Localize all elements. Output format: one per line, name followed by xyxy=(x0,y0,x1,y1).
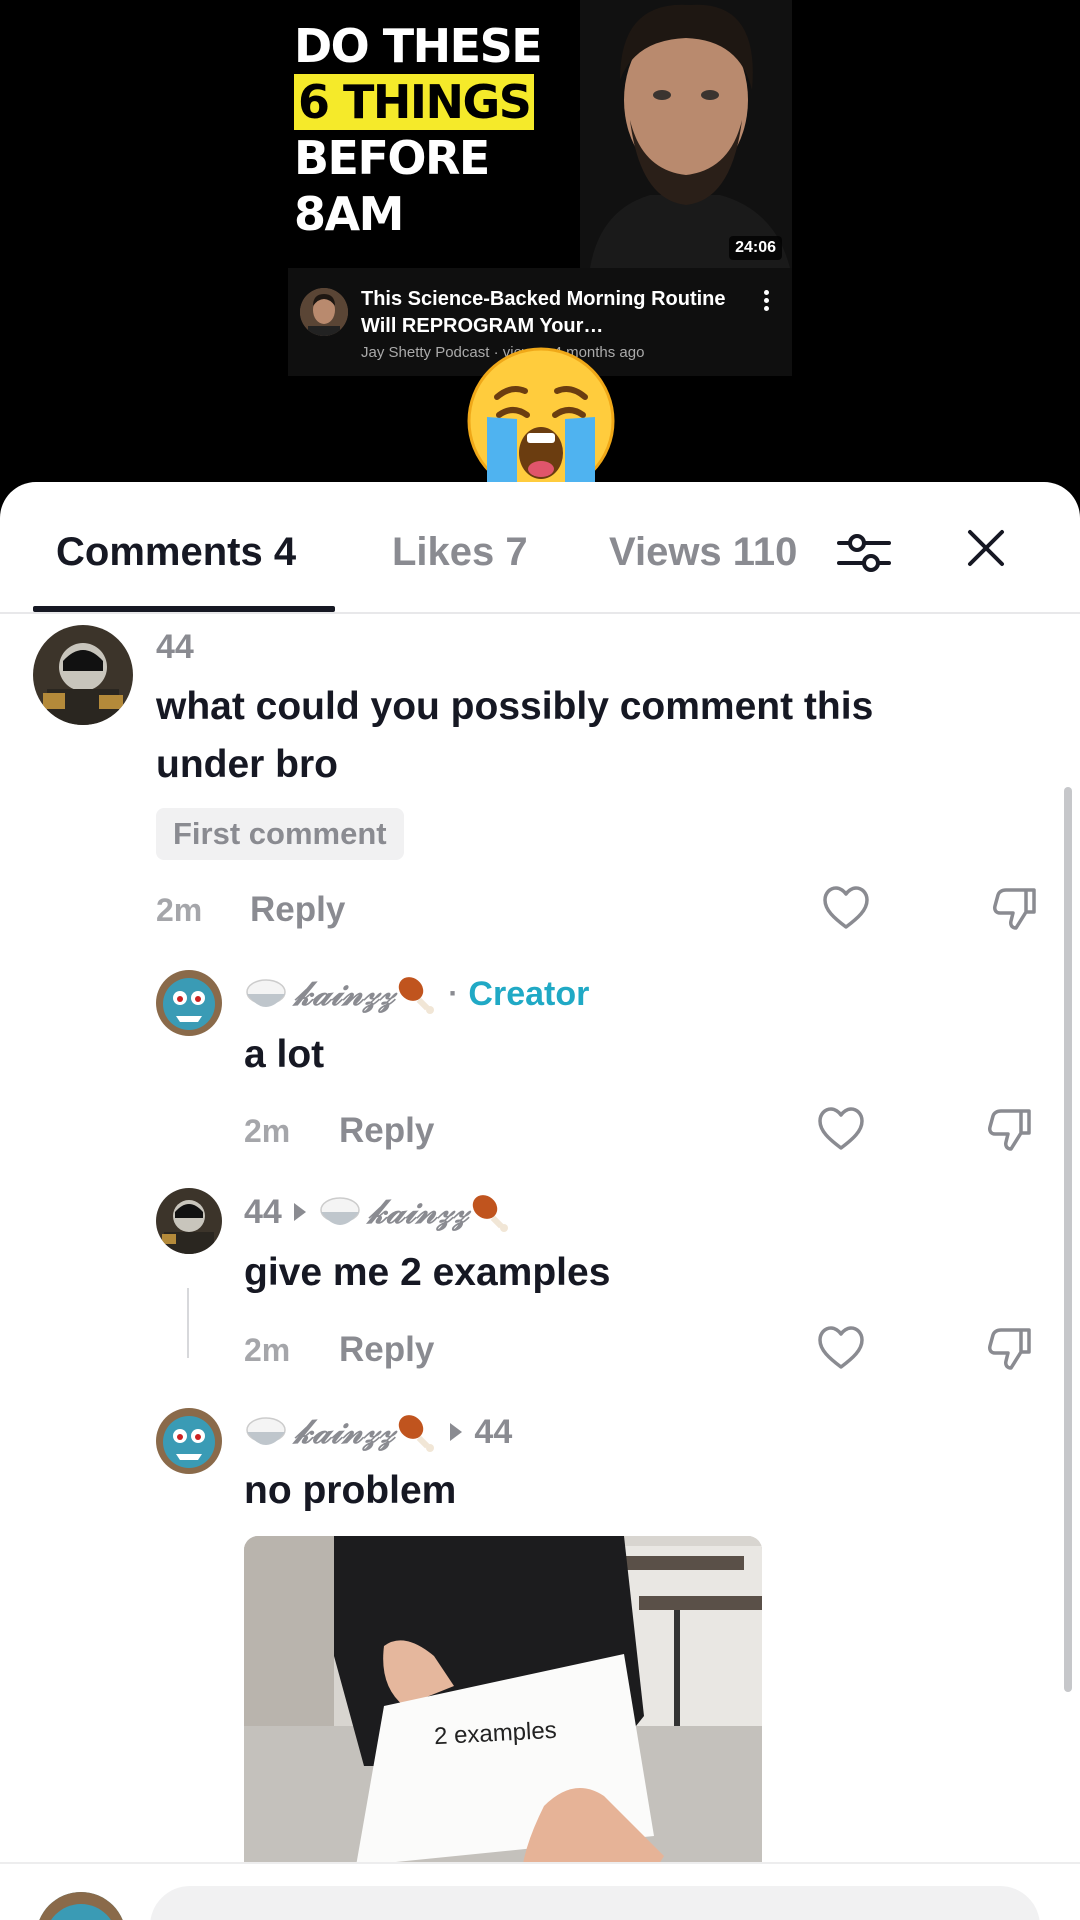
comment-text: a lot xyxy=(244,1033,325,1076)
reply-arrow-icon xyxy=(450,1423,463,1441)
drumstick-icon xyxy=(399,977,435,1014)
commenter-name: 𝓀𝒶𝒾𝓃𝓏𝓏 xyxy=(294,1412,395,1452)
creator-label: Creator xyxy=(468,974,590,1013)
dislike-icon[interactable] xyxy=(983,1322,1035,1374)
comment-text: what could you possibly comment this und… xyxy=(156,685,874,786)
tab-views[interactable]: Views 110 xyxy=(609,530,797,575)
creator-separator: · xyxy=(448,977,459,1010)
crying-face-emoji xyxy=(467,347,615,495)
thumbnail-line-3: BEFORE 8AM xyxy=(294,131,490,241)
avatar[interactable] xyxy=(156,970,222,1036)
commenter-name: 44 xyxy=(244,1192,282,1231)
comment-username[interactable]: 44 𝓀𝒶𝒾𝓃𝓏𝓏 xyxy=(244,1190,512,1234)
my-avatar[interactable] xyxy=(36,1892,126,1920)
video-title[interactable]: This Science-Backed Morning Routine Will… xyxy=(361,286,741,340)
tab-bar: Comments 4 Likes 7 Views 110 xyxy=(0,482,1080,614)
comment-text: give me 2 examples xyxy=(244,1251,611,1294)
thumbnail-person-image xyxy=(580,0,792,268)
avatar[interactable] xyxy=(33,625,133,725)
drumstick-icon xyxy=(473,1195,509,1232)
reply-button[interactable]: Reply xyxy=(339,1330,434,1370)
active-tab-indicator xyxy=(33,606,335,612)
scrollbar[interactable] xyxy=(1064,787,1072,1692)
comment-text: no problem xyxy=(244,1469,457,1512)
comment-time: 2m xyxy=(244,1332,291,1368)
heart-icon[interactable] xyxy=(820,882,872,934)
video-duration: 24:06 xyxy=(729,236,782,260)
rice-bowl-icon xyxy=(320,1197,360,1225)
comment-username[interactable]: 44 xyxy=(156,628,194,667)
close-icon[interactable] xyxy=(962,524,1010,572)
heart-icon[interactable] xyxy=(815,1322,867,1374)
tab-likes[interactable]: Likes 7 xyxy=(392,530,528,575)
reply-button[interactable]: Reply xyxy=(339,1111,434,1151)
thumbnail-line-2: 6 THINGS xyxy=(294,74,535,130)
comment-time: 2m xyxy=(156,892,203,928)
creator-username: 𝓀𝒶𝒾𝓃𝓏𝓏 xyxy=(294,974,395,1014)
reply-target-username: 44 xyxy=(474,1412,513,1451)
avatar[interactable] xyxy=(156,1408,222,1474)
comment-input-bar xyxy=(0,1862,1080,1920)
reply-target-username: 𝓀𝒶𝒾𝓃𝓏𝓏 xyxy=(367,1192,469,1232)
reply-arrow-icon xyxy=(293,1203,306,1221)
rice-bowl-icon xyxy=(246,979,286,1007)
comments-sheet: Comments 4 Likes 7 Views 110 44 what cou… xyxy=(0,482,1080,1920)
comment-username[interactable]: 𝓀𝒶𝒾𝓃𝓏𝓏 44 xyxy=(244,1410,512,1454)
drumstick-icon xyxy=(399,1415,435,1452)
more-options-icon[interactable] xyxy=(764,290,770,312)
thumbnail-line-1: DO THESE xyxy=(294,19,543,73)
first-comment-badge: First comment xyxy=(156,808,404,860)
filter-sliders-icon[interactable] xyxy=(835,524,893,582)
reply-button[interactable]: Reply xyxy=(250,890,345,930)
heart-icon[interactable] xyxy=(815,1103,867,1155)
rice-bowl-icon xyxy=(246,1417,286,1445)
dislike-icon[interactable] xyxy=(988,882,1040,934)
video-thumbnail[interactable]: DO THESE 6 THINGS BEFORE 8AM 24:06 xyxy=(288,0,792,268)
avatar[interactable] xyxy=(156,1188,222,1254)
dislike-icon[interactable] xyxy=(983,1103,1035,1155)
channel-avatar[interactable] xyxy=(300,288,348,336)
thumbnail-text: DO THESE 6 THINGS BEFORE 8AM xyxy=(294,18,584,242)
thread-line xyxy=(187,1288,189,1358)
comment-input[interactable] xyxy=(150,1886,1040,1920)
tab-comments[interactable]: Comments 4 xyxy=(56,530,296,575)
comment-time: 2m xyxy=(244,1113,291,1149)
video-preview[interactable]: DO THESE 6 THINGS BEFORE 8AM 24:06 This … xyxy=(0,0,1080,500)
comment-username[interactable]: 𝓀𝒶𝒾𝓃𝓏𝓏 · Creator xyxy=(244,972,589,1016)
